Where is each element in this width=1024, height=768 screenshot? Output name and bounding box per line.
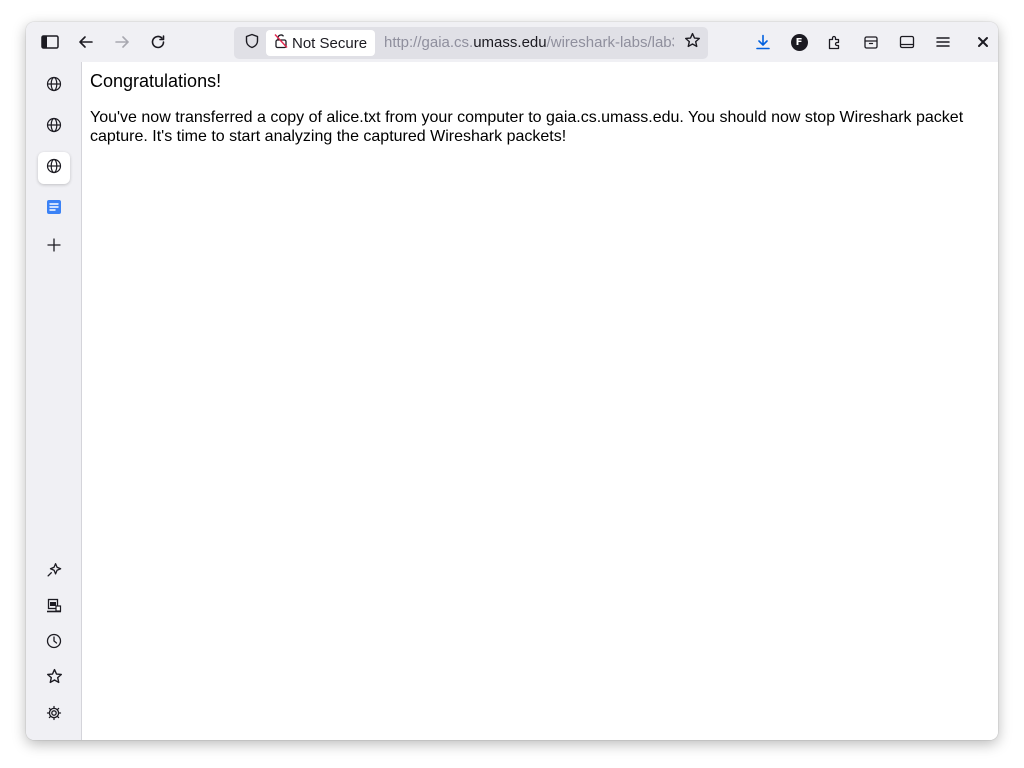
close-icon bbox=[977, 36, 989, 48]
sidebar-tab-2[interactable] bbox=[38, 111, 70, 143]
page-content: Congratulations! You've now transferred … bbox=[82, 62, 998, 740]
browser-toolbar: Not Secure http://gaia.cs.umass.edu/wire… bbox=[26, 22, 998, 62]
settings-button[interactable] bbox=[38, 699, 70, 731]
url-text[interactable]: http://gaia.cs.umass.edu/wireshark-labs/… bbox=[384, 27, 674, 59]
globe-icon bbox=[46, 76, 62, 97]
vertical-tabs-sidebar bbox=[26, 62, 82, 740]
forward-arrow-icon bbox=[114, 34, 130, 50]
document-icon bbox=[46, 199, 62, 220]
globe-icon bbox=[46, 117, 62, 138]
ai-chatbot-button[interactable] bbox=[38, 556, 70, 588]
forward-button[interactable] bbox=[107, 27, 137, 57]
site-security-button[interactable]: Not Secure bbox=[266, 30, 376, 56]
toggle-panel-button[interactable] bbox=[892, 27, 922, 57]
sparkle-icon bbox=[46, 561, 63, 583]
url-prefix: http://gaia.cs. bbox=[384, 34, 474, 51]
plus-icon bbox=[47, 237, 61, 257]
new-tab-button[interactable] bbox=[38, 231, 70, 263]
puzzle-piece-icon bbox=[827, 34, 843, 50]
sidebar-toggle-button[interactable] bbox=[35, 27, 65, 57]
address-bar[interactable]: Not Secure http://gaia.cs.umass.edu/wire… bbox=[234, 27, 708, 59]
extensions-menu-button[interactable] bbox=[820, 27, 850, 57]
extension-avatar-icon: F bbox=[790, 33, 808, 51]
downloads-button[interactable] bbox=[748, 27, 778, 57]
sidebar-tab-document[interactable] bbox=[38, 193, 70, 225]
archive-box-icon bbox=[863, 34, 879, 50]
url-suffix: /wireshark-labs/lab3-1-reply.htm bbox=[546, 34, 674, 51]
page-body-text: You've now transferred a copy of alice.t… bbox=[90, 109, 964, 145]
bookmark-page-button[interactable] bbox=[680, 31, 704, 55]
gear-icon bbox=[46, 705, 62, 726]
synced-devices-icon bbox=[46, 598, 62, 619]
sidebar-icon bbox=[41, 34, 59, 50]
reload-icon bbox=[150, 34, 166, 50]
url-host: umass.edu bbox=[473, 34, 547, 51]
back-arrow-icon bbox=[78, 34, 94, 50]
archive-button[interactable] bbox=[856, 27, 886, 57]
sidebar-tab-active[interactable] bbox=[38, 152, 70, 184]
star-icon bbox=[46, 668, 63, 690]
broken-lock-icon bbox=[274, 33, 288, 53]
bookmarks-button[interactable] bbox=[38, 663, 70, 695]
page-heading: Congratulations! bbox=[90, 71, 222, 91]
back-button[interactable] bbox=[71, 27, 101, 57]
browser-window: Not Secure http://gaia.cs.umass.edu/wire… bbox=[26, 22, 998, 740]
tracking-protection-button[interactable] bbox=[240, 31, 264, 55]
panel-layout-icon bbox=[899, 34, 915, 50]
reload-button[interactable] bbox=[143, 27, 173, 57]
synced-tabs-button[interactable] bbox=[38, 592, 70, 624]
shield-icon bbox=[244, 33, 260, 54]
star-icon bbox=[684, 32, 701, 54]
extension-button[interactable]: F bbox=[784, 27, 814, 57]
security-label: Not Secure bbox=[292, 34, 368, 52]
history-button[interactable] bbox=[38, 627, 70, 659]
close-window-button[interactable] bbox=[968, 27, 998, 57]
globe-icon bbox=[46, 158, 62, 179]
clock-icon bbox=[46, 633, 62, 654]
download-icon bbox=[755, 34, 771, 50]
hamburger-menu-icon bbox=[935, 34, 951, 50]
app-menu-button[interactable] bbox=[928, 27, 958, 57]
sidebar-tab-1[interactable] bbox=[38, 70, 70, 102]
